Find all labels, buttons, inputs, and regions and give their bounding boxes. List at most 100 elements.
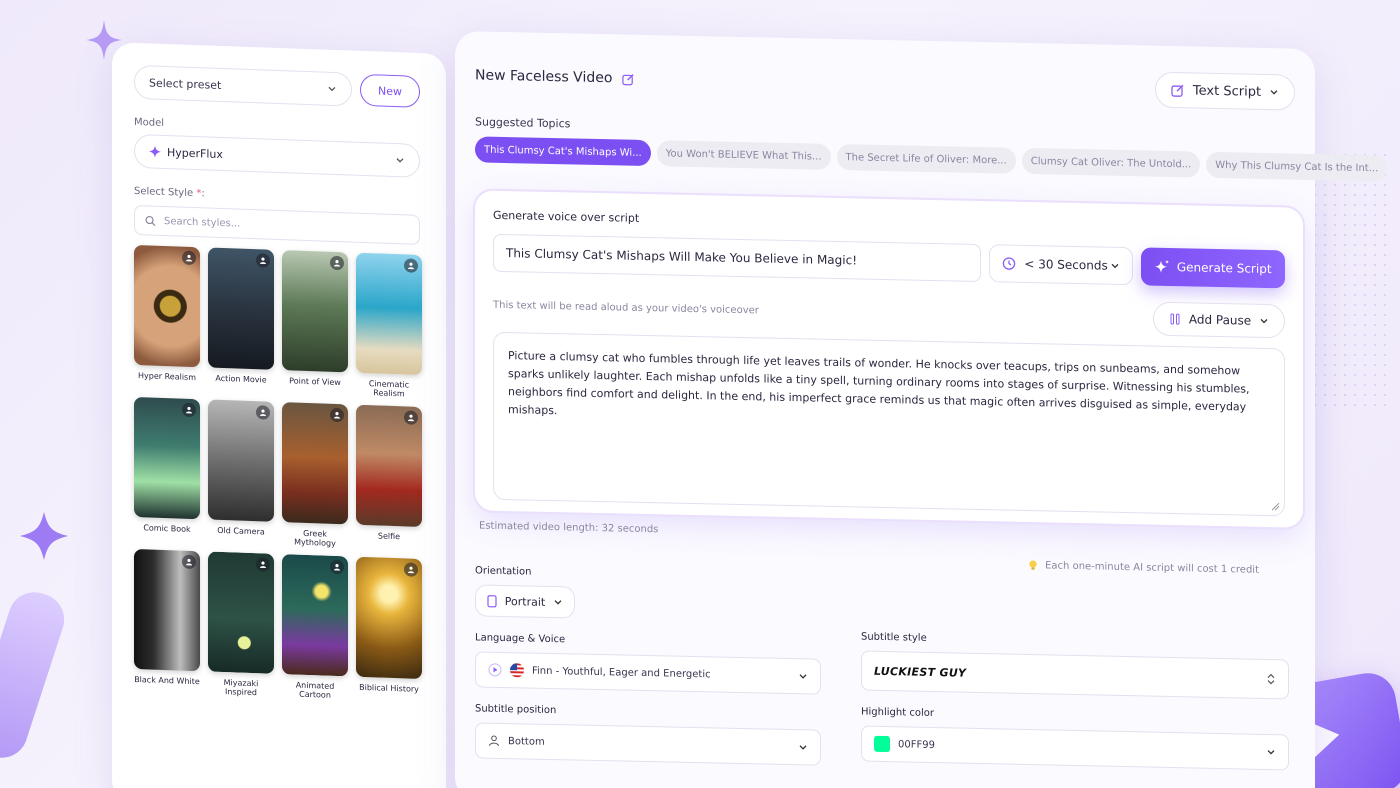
style-card-animated-cartoon[interactable]: Animated Cartoon	[282, 554, 348, 700]
user-icon	[330, 559, 344, 575]
topic-chip[interactable]: Clumsy Cat Oliver: The Untold...	[1021, 147, 1201, 178]
chevron-down-icon	[1111, 263, 1119, 269]
new-preset-button[interactable]: New	[360, 73, 420, 108]
user-icon	[182, 402, 196, 418]
subtitle-position-label: Subtitle position	[475, 703, 557, 717]
style-name: Animated Cartoon	[295, 680, 335, 700]
model-select-value: HyperFlux	[167, 145, 223, 161]
script-textarea[interactable]: Picture a clumsy cat who fumbles through…	[493, 331, 1285, 517]
user-icon	[256, 405, 270, 420]
highlight-color-label: Highlight color	[861, 706, 934, 720]
style-card-miyazaki-inspired[interactable]: Miyazaki Inspired	[208, 551, 274, 698]
add-pause-button[interactable]: Add Pause	[1153, 301, 1285, 339]
chevron-down-icon	[799, 745, 807, 750]
style-card-old-camera[interactable]: Old Camera	[208, 399, 274, 546]
edit-icon[interactable]	[622, 72, 635, 85]
style-card-selfie[interactable]: Selfie	[356, 404, 422, 551]
style-thumbnail	[356, 252, 422, 375]
search-styles-placeholder: Search styles...	[164, 215, 241, 230]
person-icon	[489, 735, 499, 747]
pause-icon	[1170, 313, 1180, 325]
chevron-down-icon	[799, 674, 807, 679]
credit-note: Each one-minute AI script will cost 1 cr…	[1027, 559, 1259, 576]
topic-chip[interactable]: Why This Clumsy Cat Is the Int...	[1206, 151, 1388, 182]
style-thumbnail	[282, 402, 348, 525]
resize-handle-icon[interactable]	[1270, 501, 1280, 511]
language-voice-label: Language & Voice	[475, 632, 566, 646]
style-label-colon: :	[201, 188, 205, 200]
style-name: Black And White	[134, 674, 200, 687]
style-name: Cinematic Realism	[368, 379, 410, 399]
orientation-value: Portrait	[504, 594, 546, 609]
generate-script-button[interactable]: Generate Script	[1141, 247, 1286, 289]
style-name: Action Movie	[215, 373, 267, 385]
search-icon	[145, 215, 156, 226]
topic-chip[interactable]: This Clumsy Cat's Mishaps Wi...	[475, 136, 651, 167]
style-thumbnail	[134, 244, 200, 368]
decoration-bar	[0, 585, 71, 765]
voiceover-hint: This text will be read aloud as your vid…	[493, 299, 759, 316]
style-thumbnail	[356, 556, 422, 679]
style-thumbnail	[282, 554, 348, 677]
page-title: New Faceless Video	[475, 67, 635, 86]
dot-pattern-decoration	[1310, 150, 1390, 410]
style-thumbnail	[356, 404, 422, 527]
color-swatch	[874, 735, 890, 753]
voiceover-heading: Generate voice over script	[493, 208, 640, 225]
user-icon	[404, 562, 418, 577]
user-icon	[182, 250, 196, 266]
play-icon[interactable]	[488, 663, 502, 677]
style-card-comic-book[interactable]: Comic Book	[134, 396, 200, 543]
chevron-down-icon	[396, 158, 404, 163]
voiceover-controls: This Clumsy Cat's Mishaps Will Make You …	[493, 233, 1286, 289]
style-thumbnail	[208, 551, 274, 674]
topic-chip[interactable]: The Secret Life of Oliver: More...	[836, 143, 1016, 174]
preset-select-label: Select preset	[149, 75, 222, 92]
user-icon	[256, 557, 270, 572]
style-name: Point of View	[289, 376, 341, 388]
subtitle-style-value: LUCKIEST GUY	[874, 664, 967, 680]
style-card-cinematic-realism[interactable]: Cinematic Realism	[356, 252, 422, 399]
preset-select[interactable]: Select preset	[134, 64, 352, 107]
add-pause-label: Add Pause	[1188, 312, 1252, 328]
star-decoration-icon	[20, 512, 68, 560]
subtitle-position-value: Bottom	[508, 735, 545, 748]
subtitle-style-select[interactable]: LUCKIEST GUY	[861, 650, 1289, 700]
style-thumbnail	[134, 548, 200, 672]
style-card-action-movie[interactable]: Action Movie	[208, 247, 274, 394]
style-card-greek-mythology[interactable]: Greek Mythology	[282, 402, 348, 548]
chevron-down-icon	[328, 86, 336, 92]
preset-row: Select preset New	[134, 64, 424, 109]
user-icon	[404, 258, 418, 273]
style-name: Biblical History	[359, 682, 419, 694]
voiceover-card: Generate voice over script This Clumsy C…	[475, 190, 1303, 528]
title-row: New Faceless Video Text Script	[475, 57, 1295, 111]
style-card-biblical-history[interactable]: Biblical History	[356, 556, 422, 703]
style-name: Selfie	[377, 531, 401, 542]
search-styles-input[interactable]: Search styles...	[134, 204, 420, 245]
language-voice-select[interactable]: Finn - Youthful, Eager and Energetic	[475, 651, 821, 695]
style-name: Greek Mythology	[294, 528, 336, 548]
chevron-down-icon	[1267, 750, 1275, 755]
page-title-text: New Faceless Video	[475, 67, 613, 87]
highlight-color-select[interactable]: 00FF99	[861, 725, 1289, 771]
style-card-black-and-white[interactable]: Black And White	[134, 548, 200, 695]
duration-select[interactable]: < 30 Seconds	[989, 244, 1134, 286]
language-voice-value: Finn - Youthful, Eager and Energetic	[532, 665, 711, 680]
video-title-input[interactable]: This Clumsy Cat's Mishaps Will Make You …	[493, 233, 982, 283]
select-style-text: Select Style	[134, 185, 194, 200]
user-icon	[330, 407, 344, 423]
model-select[interactable]: HyperFlux	[134, 133, 420, 178]
topic-chip[interactable]: You Won't BELIEVE What This...	[656, 140, 831, 170]
script-mode-select[interactable]: Text Script	[1155, 71, 1295, 111]
user-icon	[256, 253, 270, 268]
up-down-chevron-icon	[1267, 673, 1275, 685]
credit-note-text: Each one-minute AI script will cost 1 cr…	[1045, 559, 1259, 576]
subtitle-position-select[interactable]: Bottom	[475, 722, 821, 766]
settings-right-column: Subtitle style LUCKIEST GUY Highlight co…	[861, 573, 1289, 775]
style-card-point-of-view[interactable]: Point of View	[282, 250, 348, 396]
hint-row: This text will be read aloud as your vid…	[493, 288, 1285, 339]
orientation-select[interactable]: Portrait	[475, 584, 575, 619]
style-card-hyper-realism[interactable]: Hyper Realism	[134, 244, 200, 391]
highlight-color-value: 00FF99	[898, 738, 935, 751]
